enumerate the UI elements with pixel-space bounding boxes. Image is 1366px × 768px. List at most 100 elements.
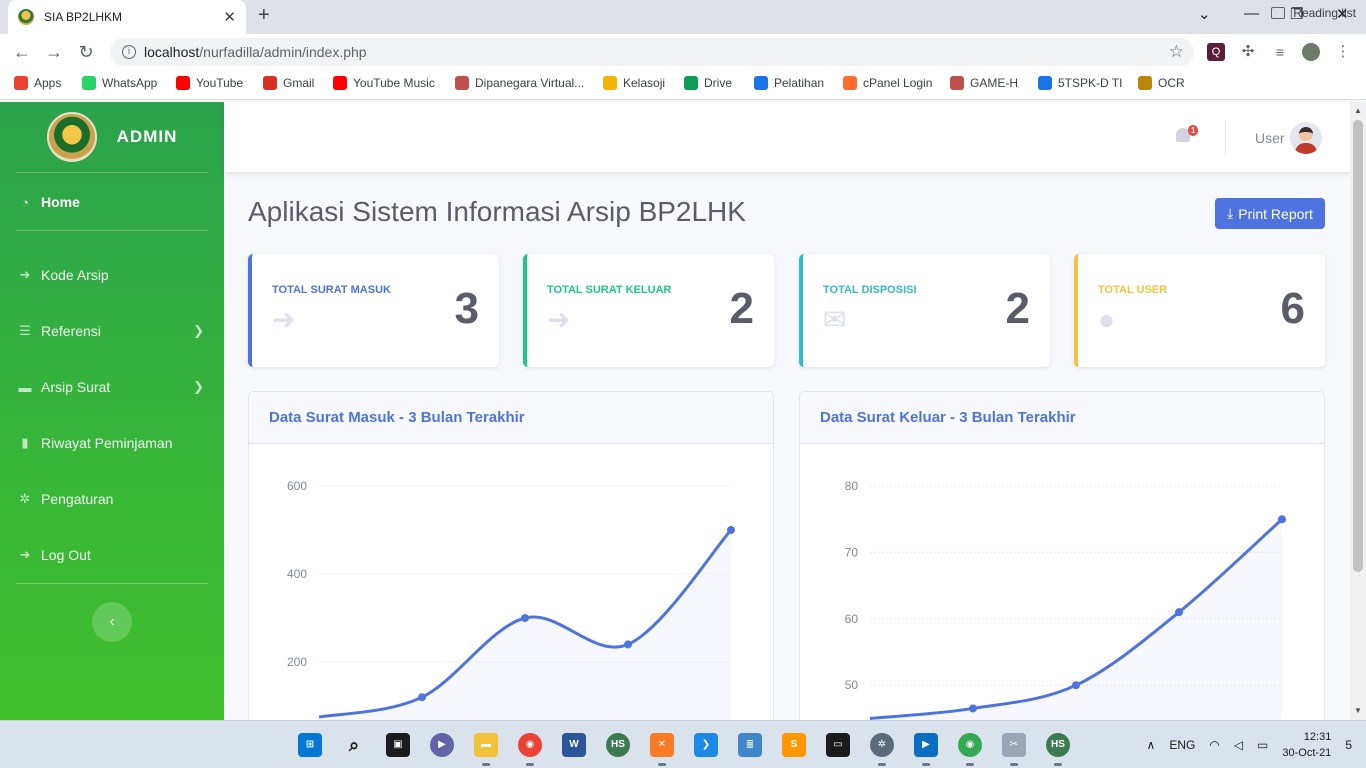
puzzle-extensions-icon[interactable]: ✣: [1239, 43, 1257, 61]
chrome-profile-icon[interactable]: ◉: [958, 733, 982, 766]
file-explorer-icon[interactable]: ▬: [474, 733, 498, 766]
minimize-button[interactable]: —: [1244, 5, 1259, 22]
notepad-icon[interactable]: ≣: [738, 733, 762, 757]
site-info-icon[interactable]: i: [122, 45, 136, 59]
battery-icon[interactable]: ▭: [1257, 738, 1268, 752]
hs-app-icon[interactable]: HS: [1046, 733, 1070, 766]
avatar-body: [1295, 143, 1317, 154]
data-point: [1175, 608, 1183, 617]
brand-name: ADMIN: [116, 127, 178, 146]
sidebar-item-home[interactable]: ◔ Home: [0, 182, 224, 222]
new-tab-button[interactable]: +: [258, 4, 270, 27]
page-title: Aplikasi Sistem Informasi Arsip BP2LHK: [248, 196, 746, 227]
url-path: /nurfadilla/admin/index.php: [199, 44, 367, 60]
sidebar-item-referensi[interactable]: ☰ Referensi ❯: [0, 311, 224, 351]
campus-icon: [950, 76, 964, 90]
bookmark-item[interactable]: Drive: [684, 76, 732, 90]
bookmark-item[interactable]: Pelatihan: [754, 76, 824, 90]
chrome-menu-icon[interactable]: ⋮: [1334, 43, 1352, 61]
media-player-icon[interactable]: ▶: [914, 733, 938, 766]
sidebar-item-arsip-surat[interactable]: ▬ Arsip Surat ❯: [0, 367, 224, 407]
url-text[interactable]: localhost/nurfadilla/admin/index.php: [144, 44, 1169, 60]
settings-icon[interactable]: ✲: [870, 733, 894, 766]
scroll-up-icon[interactable]: ▲: [1354, 106, 1362, 115]
user-icon: ●: [1098, 304, 1115, 335]
hs-app-icon[interactable]: HS: [606, 733, 630, 757]
wifi-icon[interactable]: ◠: [1209, 738, 1219, 752]
media-control-icon[interactable]: ≡: [1271, 43, 1289, 61]
bookmark-item[interactable]: Kelasoji: [603, 76, 665, 90]
notification-count[interactable]: 5: [1345, 738, 1352, 752]
terminal-icon[interactable]: ▭: [826, 733, 850, 757]
chrome-icon[interactable]: ◉: [518, 733, 542, 766]
sidebar-brand[interactable]: ADMIN: [0, 102, 224, 172]
search-icon[interactable]: ⌕: [342, 733, 366, 757]
bookmark-item[interactable]: Dipanegara Virtual...: [455, 76, 584, 90]
show-hidden-icons-icon[interactable]: ∧: [1147, 738, 1156, 752]
bookmark-item[interactable]: cPanel Login: [843, 76, 932, 90]
reading-list-button[interactable]: Reading list: [1271, 6, 1356, 20]
bookmark-item[interactable]: GAME-H: [950, 76, 1018, 90]
bookmark-item[interactable]: OCR: [1138, 76, 1185, 90]
sidebar-item-pengaturan[interactable]: ✲ Pengaturan: [0, 479, 224, 519]
volume-icon[interactable]: ◁: [1234, 738, 1243, 752]
browser-tab[interactable]: SIA BP2LHKM ✕: [8, 0, 246, 34]
sidebar-item-kode-arsip[interactable]: ➜ Kode Arsip: [0, 255, 224, 295]
user-name[interactable]: User: [1255, 130, 1285, 146]
tab-search-icon[interactable]: ⌄: [1198, 5, 1211, 23]
data-point: [624, 640, 632, 649]
bookmark-item[interactable]: Gmail: [263, 76, 314, 90]
youtube-icon: [176, 76, 190, 90]
bookmark-item[interactable]: YouTube: [176, 76, 243, 90]
extension-icon[interactable]: Q: [1207, 43, 1225, 61]
vscode-icon[interactable]: ❯: [694, 733, 718, 757]
bookmark-star-icon[interactable]: ☆: [1169, 42, 1184, 62]
stat-label: TOTAL DISPOSISI: [823, 284, 917, 296]
print-report-button[interactable]: ⤓ Print Report: [1215, 198, 1325, 229]
user-avatar[interactable]: [1290, 122, 1322, 154]
browser-tab-strip: SIA BP2LHKM ✕ + ⌄ — ❐ ✕: [0, 0, 1366, 34]
y-tick-label: 200: [287, 655, 307, 669]
bookmark-label: Gmail: [283, 76, 315, 90]
snipping-tool-icon[interactable]: ✂: [1002, 733, 1026, 766]
close-tab-icon[interactable]: ✕: [223, 8, 236, 26]
data-point: [1072, 681, 1080, 690]
bookmark-item[interactable]: YouTube Music: [333, 76, 435, 90]
bookmark-item[interactable]: WhatsApp: [82, 76, 157, 90]
scrollbar-thumb[interactable]: [1353, 120, 1363, 572]
task-view-icon[interactable]: ▣: [386, 733, 410, 757]
y-tick-label: 80: [845, 479, 859, 493]
word-icon[interactable]: W: [562, 733, 586, 757]
bookmark-item[interactable]: Apps: [14, 76, 61, 90]
topbar: 1 User: [224, 102, 1350, 172]
sidebar-divider: [16, 230, 208, 231]
url-omnibox[interactable]: i localhost/nurfadilla/admin/index.php ☆: [110, 38, 1194, 66]
page-scrollbar[interactable]: ▲ ▼: [1350, 102, 1366, 720]
chat-icon[interactable]: ▶: [430, 733, 454, 757]
apps-grid-icon: [14, 76, 28, 90]
bookmark-item[interactable]: 5TSPK-D TI: [1038, 76, 1122, 90]
chart-surat-masuk: 200 400 600: [287, 479, 735, 730]
xampp-icon[interactable]: ✕: [650, 733, 674, 766]
sidebar-item-riwayat-peminjaman[interactable]: ▮ Riwayat Peminjaman: [0, 423, 224, 463]
scroll-down-icon[interactable]: ▼: [1354, 706, 1362, 715]
language-indicator[interactable]: ENG: [1169, 738, 1195, 752]
forward-icon[interactable]: →: [38, 42, 70, 63]
sidebar-toggle-button[interactable]: ‹: [92, 602, 132, 642]
bookmark-label: Apps: [34, 76, 62, 90]
system-tray: ∧ ENG ◠ ◁ ▭ 12:31 30-Oct-21 5: [1147, 729, 1352, 761]
data-point: [969, 704, 977, 713]
back-icon[interactable]: ←: [6, 42, 38, 63]
sublime-text-icon[interactable]: S: [782, 733, 806, 757]
data-point: [418, 693, 426, 702]
sidebar-item-label: Arsip Surat: [41, 379, 111, 395]
profile-avatar-icon[interactable]: [1302, 43, 1320, 61]
series-area: [319, 530, 731, 730]
clock[interactable]: 12:31 30-Oct-21: [1282, 729, 1331, 761]
dashboard-icon: ◔: [21, 194, 29, 210]
sidebar-item-log-out[interactable]: ➜ Log Out: [0, 535, 224, 575]
reload-icon[interactable]: ↻: [70, 42, 102, 63]
windows-start-icon[interactable]: ⊞: [298, 733, 322, 757]
bookmark-label: Drive: [704, 76, 733, 90]
alerts-button[interactable]: 1: [1175, 125, 1199, 146]
